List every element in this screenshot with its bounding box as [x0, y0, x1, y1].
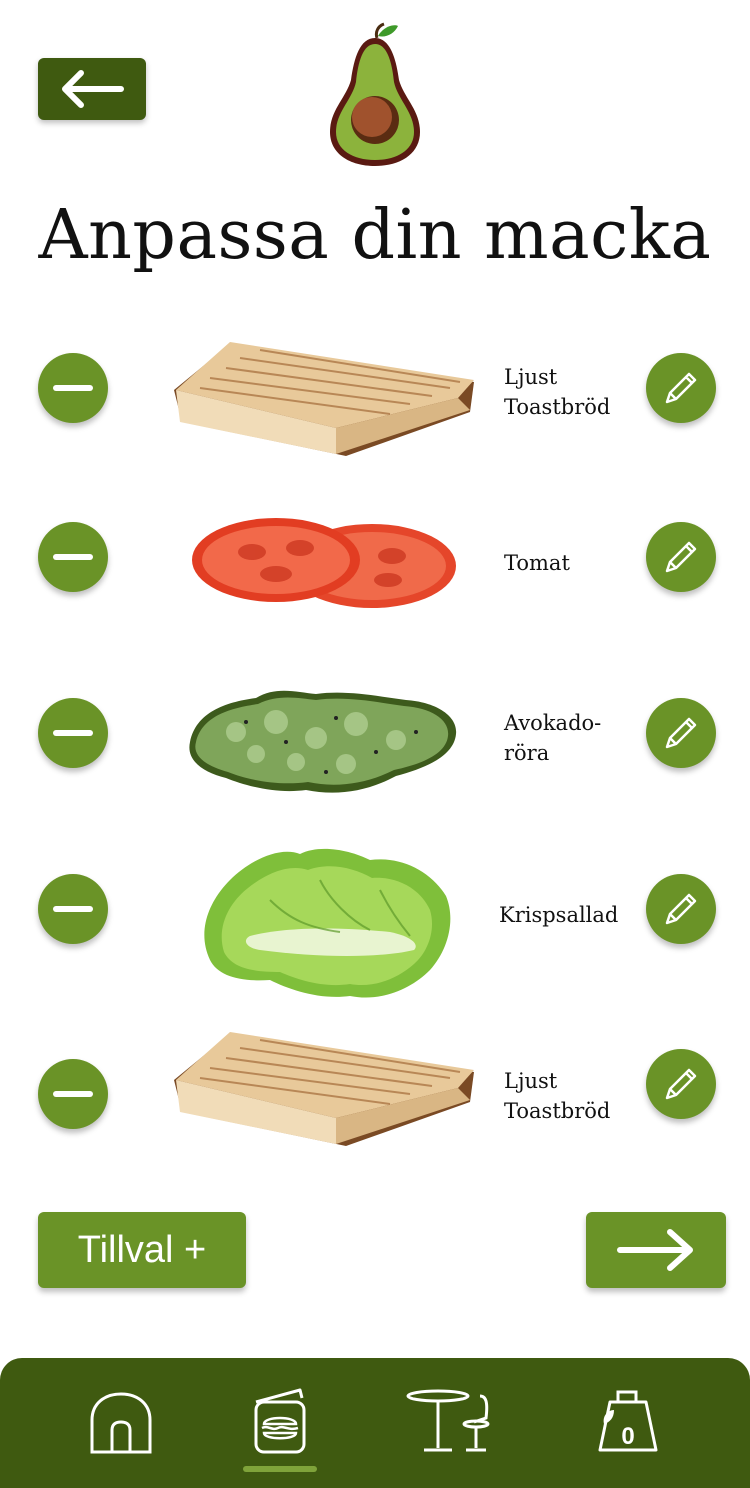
- ingredient-name: Krispsallad: [499, 903, 619, 927]
- next-button[interactable]: [586, 1212, 726, 1288]
- nav-sandwich[interactable]: [250, 1388, 310, 1456]
- ingredient-name: Ljust Toastbröd: [504, 365, 611, 419]
- edit-ingredient-button[interactable]: [646, 698, 716, 768]
- remove-ingredient-button[interactable]: [38, 353, 108, 423]
- page-title: Anpassa din macka: [38, 196, 712, 275]
- cart-bag-icon: 0: [598, 1390, 658, 1452]
- ingredient-row: Avokado-röra: [0, 680, 750, 800]
- remove-ingredient-button[interactable]: [38, 522, 108, 592]
- ingredient-row: Ljust Toastbröd: [0, 338, 750, 462]
- lettuce-image: [204, 848, 451, 998]
- arrow-left-icon: [62, 70, 124, 108]
- remove-ingredient-button[interactable]: [38, 874, 108, 944]
- minus-icon: [53, 730, 93, 736]
- edit-ingredient-button[interactable]: [646, 522, 716, 592]
- bottom-navigation: 0: [0, 1358, 750, 1488]
- ingredient-name: Ljust Toastbröd: [504, 1069, 611, 1123]
- arrow-right-icon: [617, 1229, 693, 1271]
- nav-home[interactable]: [88, 1390, 154, 1456]
- pencil-icon: [665, 372, 697, 404]
- pencil-icon: [665, 717, 697, 749]
- minus-icon: [53, 554, 93, 560]
- ingredient-row: Tomat: [0, 512, 750, 612]
- edit-ingredient-button[interactable]: [646, 1049, 716, 1119]
- pencil-icon: [665, 1068, 697, 1100]
- remove-ingredient-button[interactable]: [38, 698, 108, 768]
- ingredient-row: Krispsallad: [0, 838, 750, 1008]
- minus-icon: [53, 385, 93, 391]
- active-nav-indicator: [243, 1466, 317, 1472]
- back-button[interactable]: [38, 58, 146, 120]
- tomato-slices-image: [192, 518, 456, 608]
- nav-cart[interactable]: 0: [596, 1388, 660, 1456]
- avocado-logo: [330, 22, 420, 166]
- pencil-icon: [665, 541, 697, 573]
- cart-count: 0: [621, 1423, 634, 1450]
- home-icon: [90, 1392, 152, 1454]
- remove-ingredient-button[interactable]: [38, 1059, 108, 1129]
- pencil-icon: [665, 893, 697, 925]
- avocado-mash-image: [189, 690, 457, 793]
- minus-icon: [53, 1091, 93, 1097]
- edit-ingredient-button[interactable]: [646, 353, 716, 423]
- customize-sandwich-screen: Anpassa din macka Ljust Toastbröd Tomat …: [0, 0, 750, 1488]
- add-extras-button[interactable]: Tillval +: [38, 1212, 246, 1288]
- ingredient-name: Tomat: [504, 551, 570, 575]
- sandwich-icon: [254, 1388, 306, 1454]
- ingredient-row: Ljust Toastbröd: [0, 1028, 750, 1152]
- toast-bread-image: [174, 1032, 474, 1146]
- minus-icon: [53, 906, 93, 912]
- edit-ingredient-button[interactable]: [646, 874, 716, 944]
- ingredient-name: Avokado-röra: [504, 711, 602, 765]
- toast-bread-image: [174, 342, 474, 456]
- nav-cafe[interactable]: [406, 1388, 496, 1456]
- cafe-table-icon: [406, 1389, 490, 1452]
